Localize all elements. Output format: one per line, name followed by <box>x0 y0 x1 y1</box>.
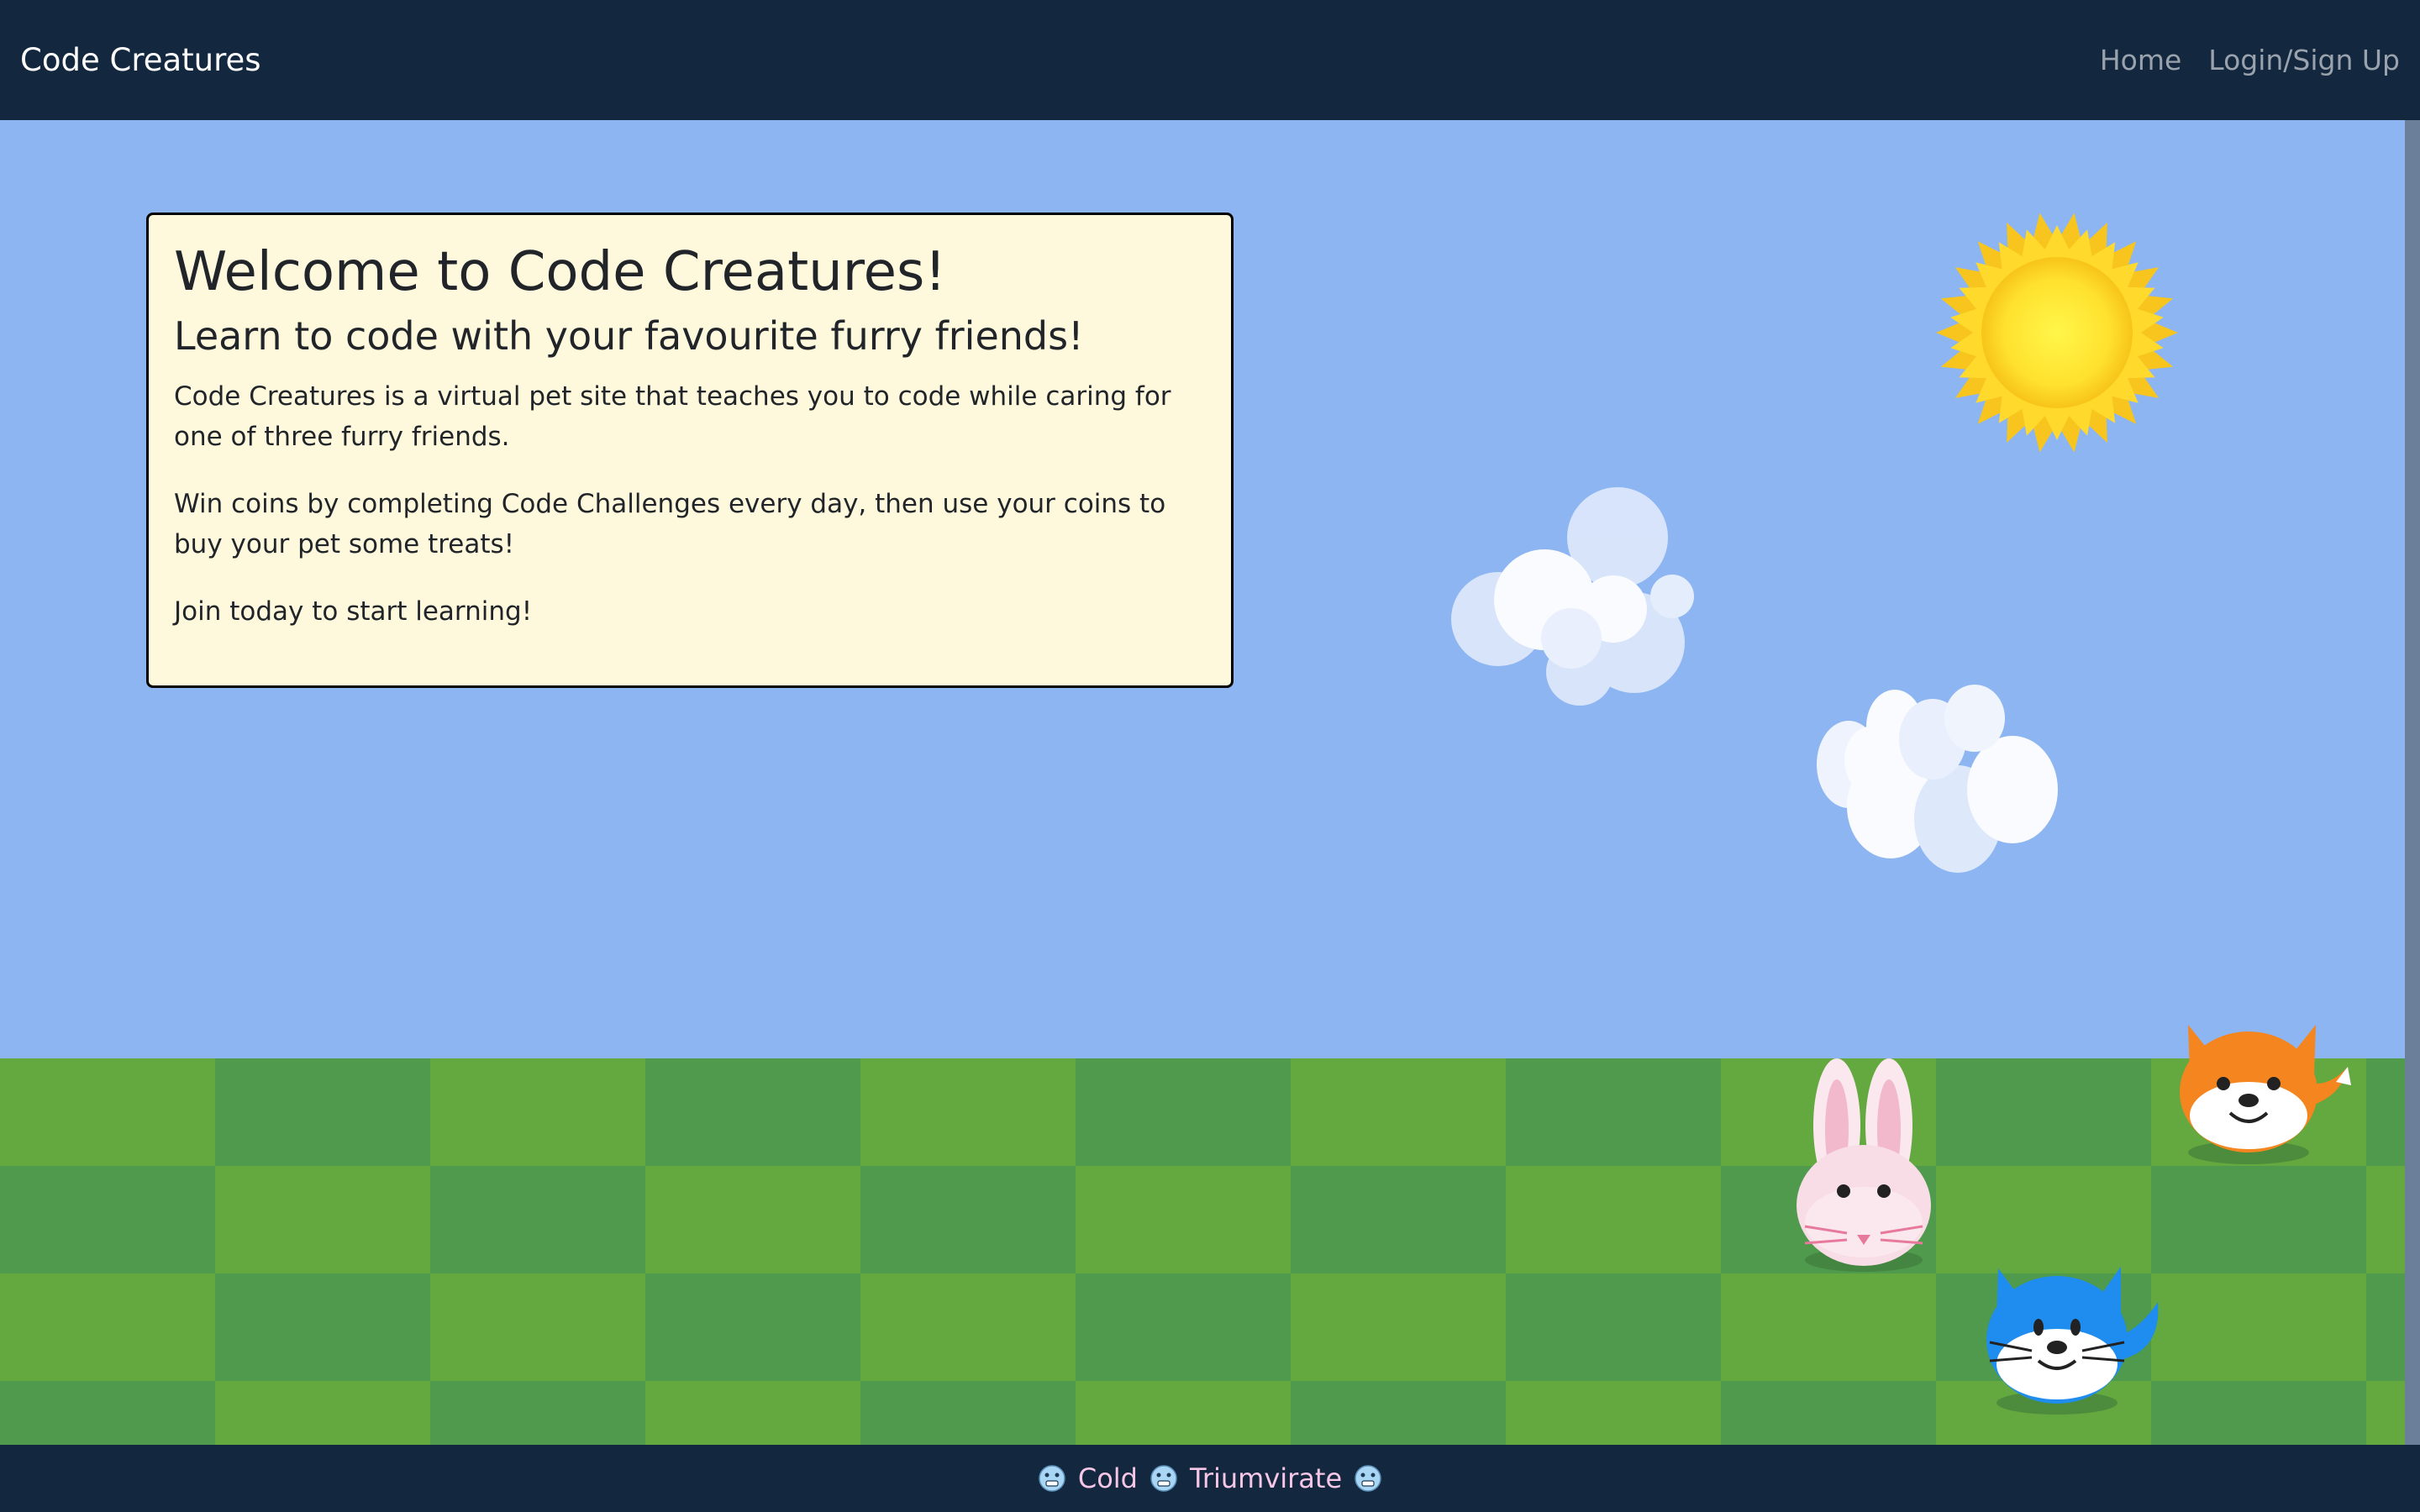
welcome-paragraph: Join today to start learning! <box>174 596 533 627</box>
footer: Cold Triumvirate <box>0 1445 2420 1512</box>
bunny-icon[interactable] <box>1797 1058 1931 1272</box>
fox-icon[interactable] <box>2180 1025 2351 1164</box>
cat-icon[interactable] <box>1986 1267 2159 1415</box>
welcome-subtitle: Learn to code with your favourite furry … <box>174 312 1084 359</box>
cloud-icon <box>1817 685 2058 873</box>
cloud-icon <box>1451 487 1694 706</box>
cold-face-icon <box>1150 1465 1177 1492</box>
cold-face-icon <box>1355 1465 1381 1492</box>
welcome-card: Welcome to Code Creatures! Learn to code… <box>146 213 1234 688</box>
welcome-paragraph: Win coins by completing Code Challenges … <box>174 489 1166 560</box>
page-scrollbar[interactable] <box>2405 120 2420 1445</box>
footer-word: Triumvirate <box>1189 1462 1343 1494</box>
sun-icon <box>1936 213 2178 453</box>
footer-word: Cold <box>1077 1462 1138 1494</box>
welcome-paragraph: Code Creatures is a virtual pet site tha… <box>174 381 1171 453</box>
cold-face-icon <box>1039 1465 1065 1492</box>
welcome-title: Welcome to Code Creatures! <box>174 241 946 303</box>
